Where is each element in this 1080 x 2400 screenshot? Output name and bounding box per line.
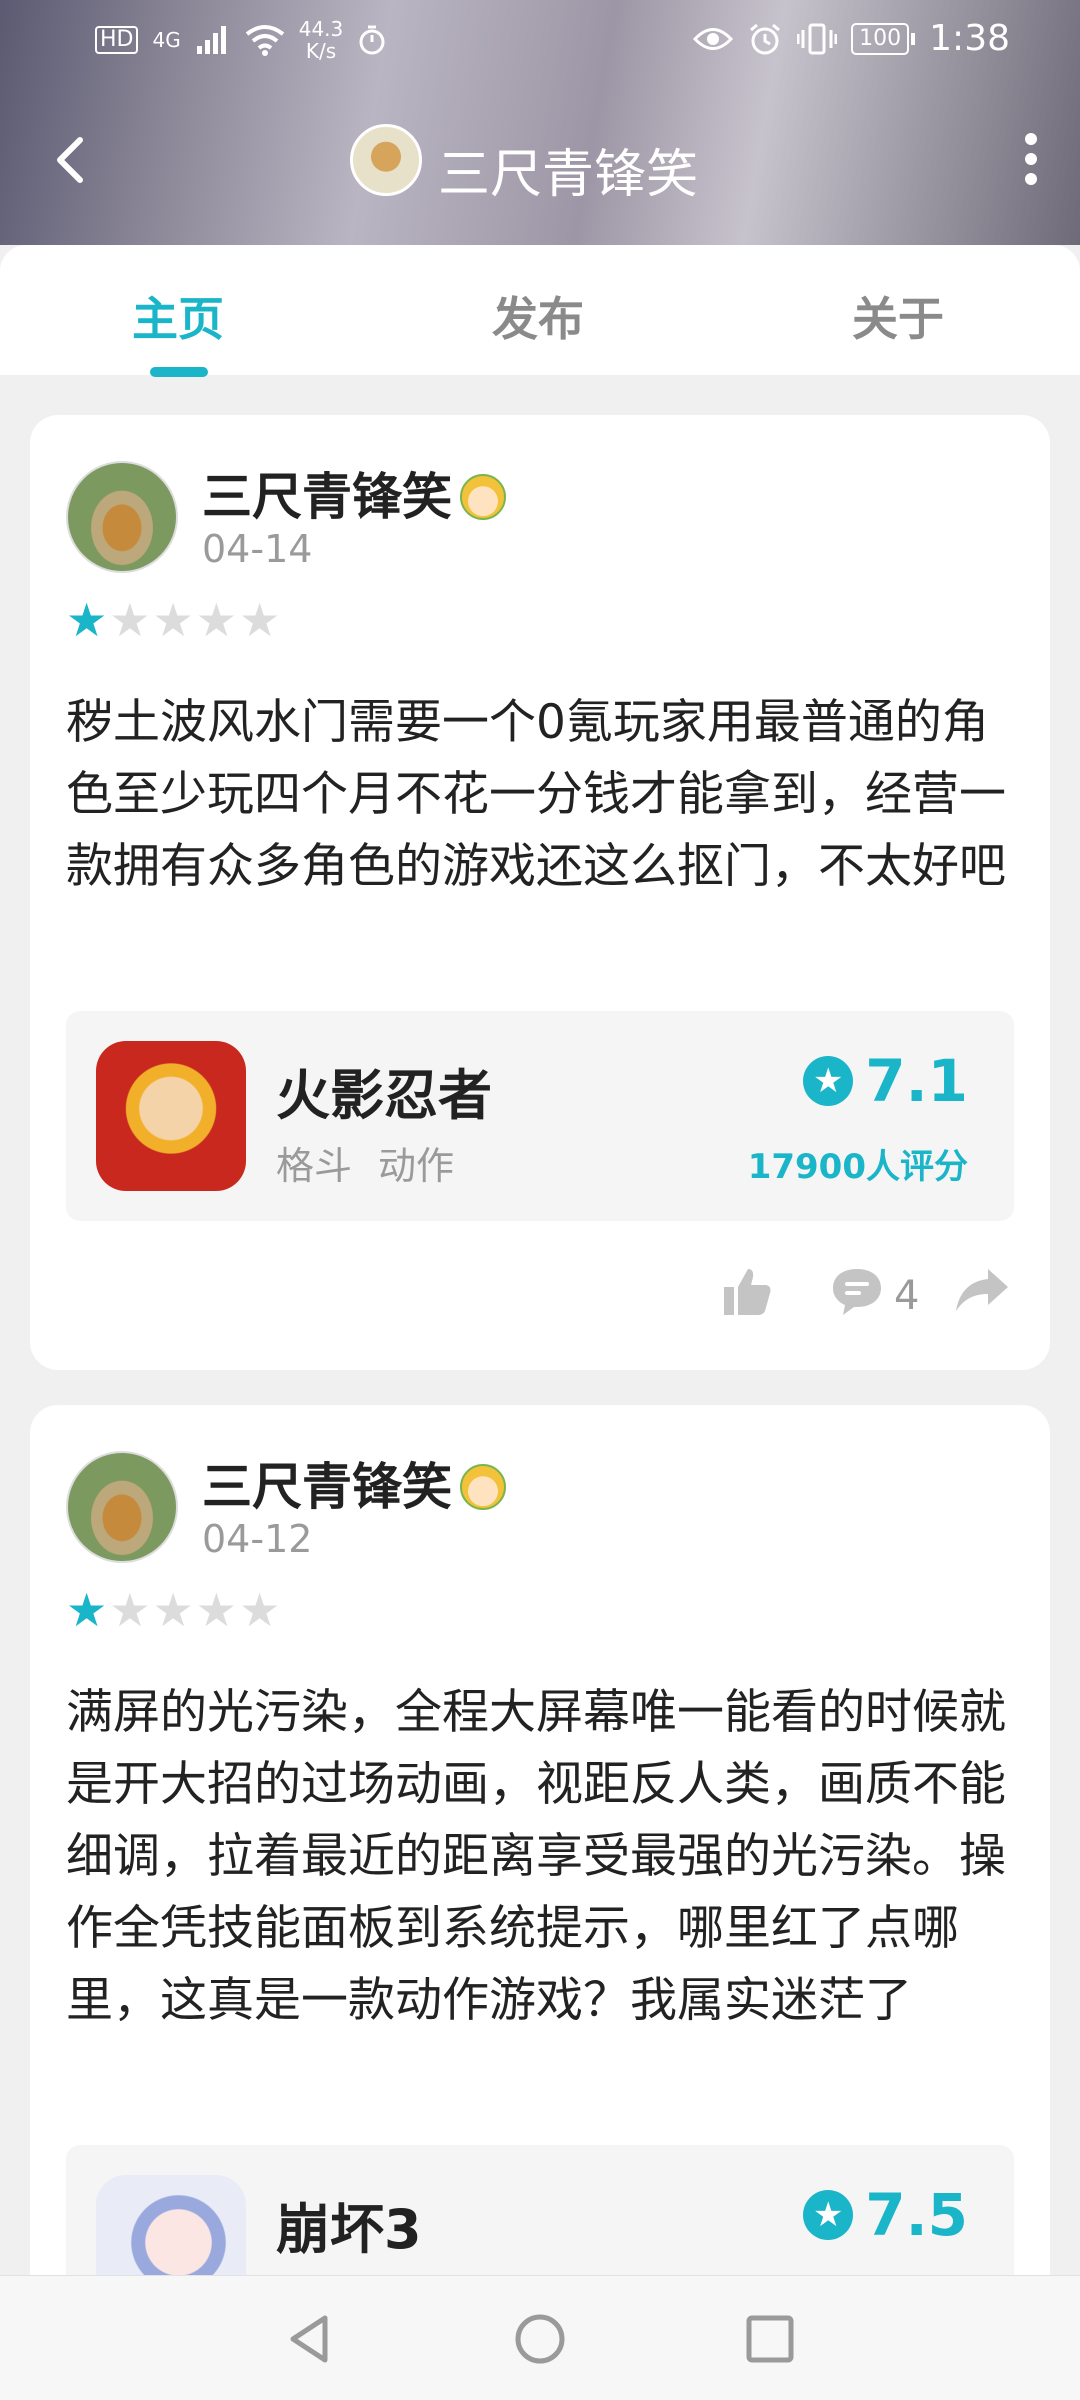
more-options-icon[interactable] — [1006, 125, 1056, 195]
nav-back-icon[interactable] — [275, 2304, 345, 2374]
star-empty-icon: ★ — [109, 593, 153, 647]
tab-home[interactable]: 主页 — [132, 283, 224, 349]
hd-badge: HD — [95, 26, 139, 54]
active-tab-indicator — [150, 367, 208, 377]
system-nav-bar — [0, 2275, 1080, 2400]
user-badge-icon — [460, 474, 506, 520]
action-bar: 4 — [30, 1265, 1050, 1335]
rating-star-icon: ★ — [803, 1056, 854, 1106]
comment-icon[interactable] — [830, 1265, 884, 1319]
review-text[interactable]: 秽土波风水门需要一个0氪玩家用最普通的角色至少玩四个月不花一分钱才能拿到，经营一… — [66, 687, 1026, 903]
review-text[interactable]: 满屏的光污染，全程大屏幕唯一能看的时候就是开大招的过场动画，视距反人类，画质不能… — [66, 1677, 1026, 2037]
star-empty-icon: ★ — [152, 1583, 196, 1637]
clock-time: 1:38 — [929, 18, 1010, 59]
avatar[interactable] — [66, 1451, 178, 1563]
star-rating: ★★★★★ — [66, 593, 282, 647]
signal-icon — [196, 26, 226, 54]
avatar[interactable] — [66, 461, 178, 573]
star-filled-icon: ★ — [66, 593, 110, 647]
vibrate-icon — [797, 23, 838, 54]
title-bar: 三尺青锋笑 — [0, 110, 1080, 210]
game-name: 崩坏3 — [276, 2198, 422, 2261]
tab-posts[interactable]: 发布 — [492, 283, 584, 349]
author-name[interactable]: 三尺青锋笑 — [202, 1447, 506, 1519]
rating-count: 17900人评分 — [747, 1147, 968, 1187]
wifi-icon — [245, 25, 284, 56]
alarm-icon — [750, 23, 781, 54]
game-icon-naruto[interactable] — [96, 1041, 246, 1191]
network-speed: 44.3 K/s — [298, 17, 344, 63]
star-empty-icon: ★ — [239, 593, 283, 647]
review-card[interactable]: 三尺青锋笑 04-12 ★★★★★ 满屏的光污染，全程大屏幕唯一能看的时候就是开… — [30, 1405, 1050, 2355]
like-icon[interactable] — [720, 1265, 774, 1319]
nav-recents-icon[interactable] — [735, 2304, 805, 2374]
user-badge-icon — [460, 1464, 506, 1510]
game-name: 火影忍者 — [276, 1064, 492, 1127]
author-name[interactable]: 三尺青锋笑 — [202, 457, 506, 529]
game-tags: 格斗 动作 — [276, 1144, 455, 1188]
header-avatar[interactable] — [350, 124, 422, 196]
eye-icon — [693, 27, 734, 50]
star-empty-icon: ★ — [239, 1583, 283, 1637]
comment-count: 4 — [894, 1273, 920, 1319]
star-rating: ★★★★★ — [66, 1583, 282, 1637]
review-card[interactable]: 三尺青锋笑 04-14 ★★★★★ 秽土波风水门需要一个0氪玩家用最普通的角色至… — [30, 415, 1050, 1370]
game-card[interactable]: 火影忍者 格斗 动作 ★ 7.1 17900人评分 — [66, 1011, 1014, 1221]
battery-icon: 100 — [851, 22, 916, 55]
nav-home-icon[interactable] — [505, 2304, 575, 2374]
star-filled-icon: ★ — [66, 1583, 110, 1637]
profile-header: HD 4G 44.3 K/s 100 1:38 三尺青锋笑 — [0, 0, 1080, 245]
network-label: 4G — [152, 28, 181, 52]
star-empty-icon: ★ — [195, 1583, 239, 1637]
star-empty-icon: ★ — [195, 593, 239, 647]
star-empty-icon: ★ — [152, 593, 196, 647]
star-empty-icon: ★ — [109, 1583, 153, 1637]
rating-score: 7.1 — [865, 1047, 968, 1115]
tab-bar: 主页 发布 关于 — [0, 245, 1080, 377]
timer-icon — [359, 25, 385, 55]
rating-score: 7.5 — [865, 2181, 968, 2249]
game-rating: ★ 7.5 — [803, 2181, 968, 2249]
back-icon[interactable] — [40, 128, 104, 192]
game-rating: ★ 7.1 — [803, 1047, 968, 1115]
share-icon[interactable] — [954, 1265, 1010, 1319]
rating-star-icon: ★ — [803, 2190, 854, 2240]
tab-about[interactable]: 关于 — [852, 283, 944, 349]
status-bar: HD 4G 44.3 K/s 100 1:38 — [0, 0, 1080, 80]
post-date: 04-14 — [202, 527, 313, 571]
page-title: 三尺青锋笑 — [438, 145, 699, 205]
post-date: 04-12 — [202, 1517, 313, 1561]
